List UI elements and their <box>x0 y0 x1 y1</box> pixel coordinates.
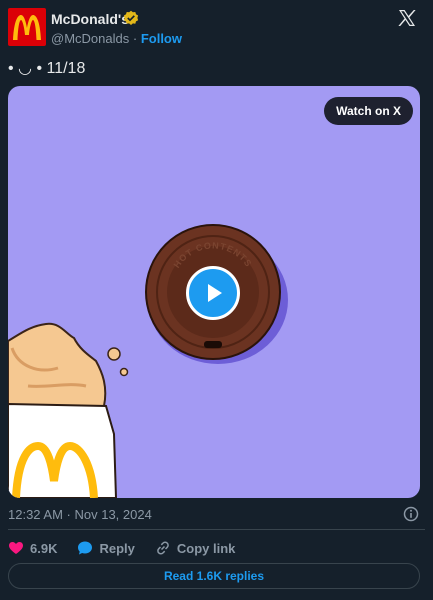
like-count: 6.9K <box>30 540 58 556</box>
play-button[interactable] <box>186 266 240 320</box>
crumb <box>107 347 121 361</box>
reply-label: Reply <box>99 540 135 556</box>
author-handle[interactable]: @McDonalds <box>51 31 129 46</box>
reply-button[interactable]: Reply <box>77 540 135 556</box>
crumb <box>119 367 129 377</box>
x-logo-icon[interactable] <box>397 8 417 28</box>
action-bar: 6.9K Reply Copy link <box>8 538 255 558</box>
tweet-text: • ◡ • 11/18 <box>8 60 86 77</box>
follow-button[interactable]: Follow <box>141 31 182 46</box>
like-button[interactable]: 6.9K <box>8 540 57 556</box>
divider <box>8 529 425 530</box>
mcdonalds-logo-icon[interactable] <box>8 8 46 46</box>
author-name[interactable]: McDonald's <box>51 11 129 27</box>
separator: · <box>132 31 138 46</box>
tweet-timestamp[interactable]: 12:32 AM · Nov 13, 2024 <box>8 507 152 522</box>
verified-badge-icon <box>123 10 139 25</box>
read-replies-button[interactable]: Read 1.6K replies <box>8 563 420 589</box>
lid-sip-hole <box>204 341 222 348</box>
copy-link-button[interactable]: Copy link <box>155 540 236 556</box>
heart-icon <box>9 542 23 554</box>
link-icon <box>157 541 169 555</box>
reply-icon <box>78 541 93 555</box>
copy-link-label: Copy link <box>176 540 236 556</box>
handle-row: @McDonalds · Follow <box>51 31 182 46</box>
watch-on-x-button[interactable]: Watch on X <box>324 97 413 125</box>
play-icon <box>208 284 222 302</box>
info-icon[interactable] <box>403 506 419 522</box>
embedded-tweet: McDonald's @McDonalds · Follow • ◡ • 11/… <box>0 0 433 600</box>
video-media[interactable]: HOT CONTENTS Watch on X <box>8 86 420 498</box>
